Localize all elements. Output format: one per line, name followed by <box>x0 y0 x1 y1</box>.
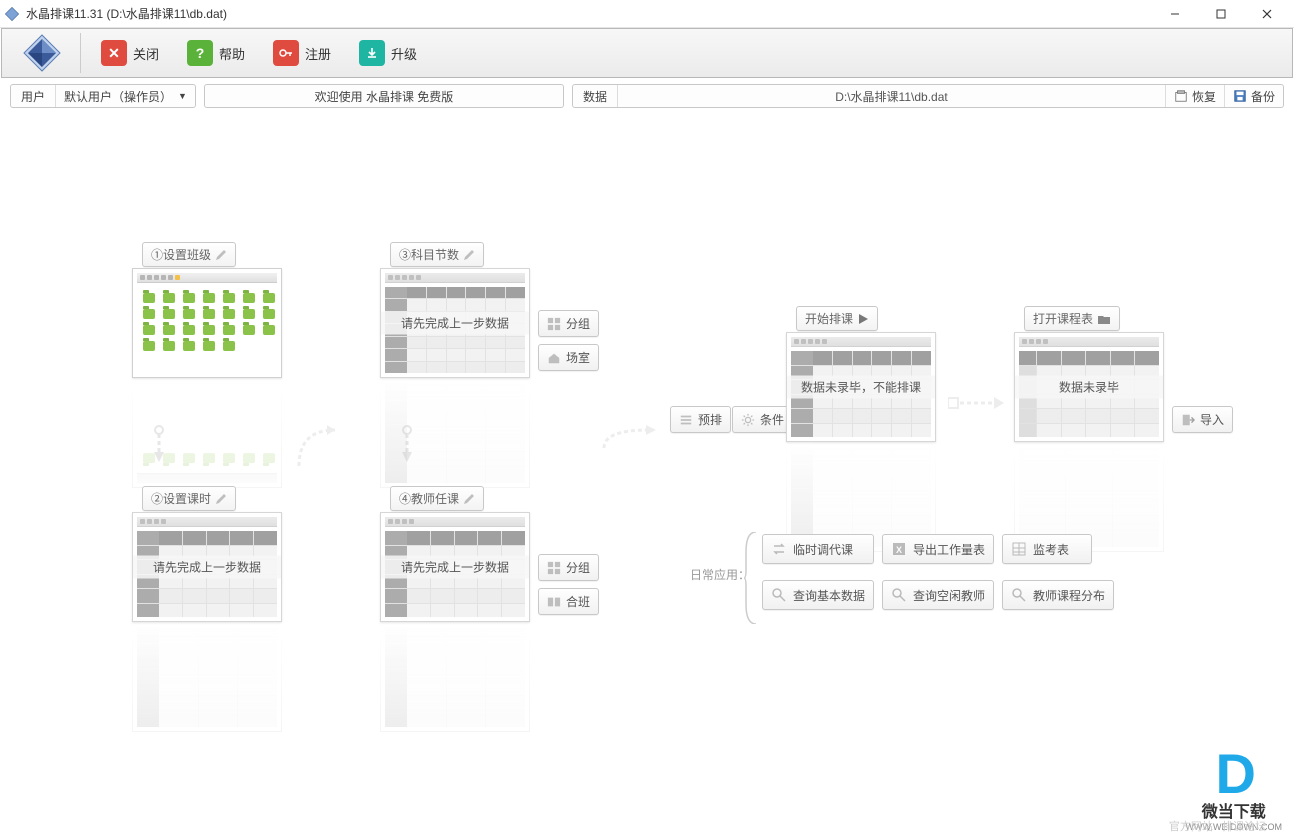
watermark-logo: D <box>1186 746 1282 802</box>
help-icon: ? <box>187 40 213 66</box>
toolbar-close-button[interactable]: ✕ 关闭 <box>101 40 159 66</box>
toolbar-register-button[interactable]: 注册 <box>273 40 331 66</box>
flow-arrow-icon <box>948 392 1008 416</box>
restore-button[interactable]: 恢复 <box>1165 85 1224 107</box>
open-overlay: 数据未录毕 <box>1015 376 1163 399</box>
brace-icon <box>744 532 758 624</box>
key-icon <box>273 40 299 66</box>
window-title: 水晶排课11.31 (D:\水晶排课11\db.dat) <box>26 5 227 22</box>
data-label: 数据 <box>573 85 618 107</box>
folder-open-icon <box>1097 313 1111 325</box>
search-icon <box>1011 587 1027 603</box>
step4-button[interactable]: ④教师任课 <box>390 486 484 511</box>
filter-bar: 用户 默认用户（操作员） ▼ 欢迎使用 水晶排课 免费版 数据 D:\水晶排课1… <box>0 78 1294 114</box>
user-select[interactable]: 默认用户（操作员） ▼ <box>56 85 195 107</box>
step1-button[interactable]: ①设置班级 <box>142 242 236 267</box>
app-icon <box>4 6 20 22</box>
step3-thumbnail[interactable]: 请先完成上一步数据 <box>380 268 530 378</box>
step3-overlay: 请先完成上一步数据 <box>381 312 529 335</box>
group-button-1[interactable]: 分组 <box>538 310 599 337</box>
flow-arrow-icon <box>600 424 660 454</box>
start-overlay: 数据未录毕，不能排课 <box>787 376 935 399</box>
list-icon <box>679 413 693 427</box>
start-thumbnail[interactable]: 数据未录毕，不能排课 <box>786 332 936 442</box>
import-icon <box>1181 413 1195 427</box>
pencil-icon <box>463 493 475 505</box>
data-path: D:\水晶排课11\db.dat <box>618 88 1165 105</box>
room-button[interactable]: 场室 <box>538 344 599 371</box>
step4-thumbnail[interactable]: 请先完成上一步数据 <box>380 512 530 622</box>
gear-icon <box>741 413 755 427</box>
step2-overlay: 请先完成上一步数据 <box>133 556 281 579</box>
table-icon <box>1011 541 1027 557</box>
app-temp-swap[interactable]: 临时调代课 <box>762 534 874 564</box>
app-exam-table[interactable]: 监考表 <box>1002 534 1092 564</box>
search-icon <box>891 587 907 603</box>
step1-thumbnail[interactable] <box>132 268 282 378</box>
footer-links: 官方网站 排课论坛 <box>1169 818 1266 834</box>
grid-icon <box>547 317 561 331</box>
restore-icon <box>1174 89 1188 103</box>
search-icon <box>771 587 787 603</box>
app-query-basic[interactable]: 查询基本数据 <box>762 580 874 610</box>
pencil-icon <box>215 493 227 505</box>
minimize-button[interactable] <box>1152 0 1198 28</box>
merge-class-button[interactable]: 合班 <box>538 588 599 615</box>
flow-arrow-icon <box>393 424 421 466</box>
workflow-canvas: ①设置班级 <box>0 114 1294 838</box>
pencil-icon <box>215 249 227 261</box>
download-icon <box>359 40 385 66</box>
merge-icon <box>547 595 561 609</box>
app-query-idle[interactable]: 查询空闲教师 <box>882 580 994 610</box>
user-label: 用户 <box>11 85 56 107</box>
group-button-2[interactable]: 分组 <box>538 554 599 581</box>
chevron-down-icon: ▼ <box>178 91 187 101</box>
title-bar: 水晶排课11.31 (D:\水晶排课11\db.dat) <box>0 0 1294 28</box>
grid-icon <box>547 561 561 575</box>
maximize-button[interactable] <box>1198 0 1244 28</box>
open-thumbnail[interactable]: 数据未录毕 <box>1014 332 1164 442</box>
backup-button[interactable]: 备份 <box>1224 85 1283 107</box>
toolbar-help-button[interactable]: ? 帮助 <box>187 40 245 66</box>
svg-text:X: X <box>896 545 902 555</box>
pencil-icon <box>463 249 475 261</box>
logo-icon <box>22 33 62 73</box>
conditions-button[interactable]: 条件 <box>732 406 793 433</box>
toolbar-upgrade-button[interactable]: 升级 <box>359 40 417 66</box>
start-schedule-button[interactable]: 开始排课 <box>796 306 878 331</box>
home-icon <box>547 351 561 365</box>
step2-thumbnail[interactable]: 请先完成上一步数据 <box>132 512 282 622</box>
daily-label: 日常应用： <box>690 566 750 584</box>
save-icon <box>1233 89 1247 103</box>
prearrange-button[interactable]: 预排 <box>670 406 731 433</box>
close-window-button[interactable] <box>1244 0 1290 28</box>
main-toolbar: ✕ 关闭 ? 帮助 注册 升级 <box>1 28 1293 78</box>
app-teacher-dist[interactable]: 教师课程分布 <box>1002 580 1114 610</box>
excel-icon: X <box>891 541 907 557</box>
step4-overlay: 请先完成上一步数据 <box>381 556 529 579</box>
open-timetable-button[interactable]: 打开课程表 <box>1024 306 1120 331</box>
step2-button[interactable]: ②设置课时 <box>142 486 236 511</box>
swap-icon <box>771 541 787 557</box>
import-button[interactable]: 导入 <box>1172 406 1233 433</box>
close-icon: ✕ <box>101 40 127 66</box>
step3-button[interactable]: ③科目节数 <box>390 242 484 267</box>
flow-arrow-icon <box>145 424 173 466</box>
play-icon <box>857 313 869 325</box>
app-export-workload[interactable]: X导出工作量表 <box>882 534 994 564</box>
welcome-banner: 欢迎使用 水晶排课 免费版 <box>204 84 564 108</box>
flow-arrow-icon <box>293 424 341 472</box>
